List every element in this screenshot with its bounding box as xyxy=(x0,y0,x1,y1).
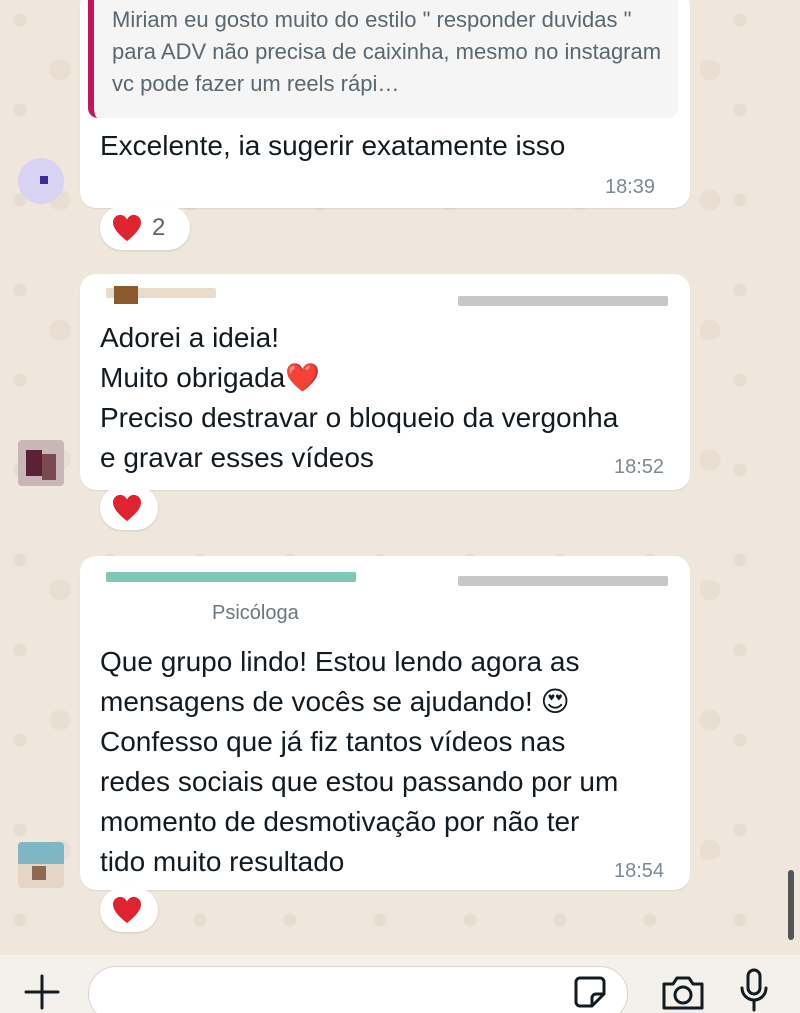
quoted-message-text: Miriam eu gosto muito do estilo " respon… xyxy=(112,7,662,96)
sender-avatar[interactable] xyxy=(18,842,64,888)
message-time: 18:39 xyxy=(605,176,656,198)
message-text: Que grupo lindo! Estou lendo agora as me… xyxy=(100,646,619,877)
microphone-icon[interactable] xyxy=(738,968,770,1012)
sender-avatar[interactable] xyxy=(18,440,64,486)
message-time: 18:54 xyxy=(614,860,665,882)
red-heart-icon xyxy=(113,214,141,242)
message-text: Excelente, ia sugerir exatamente isso xyxy=(100,130,566,161)
reaction-count: 2 xyxy=(152,214,166,241)
message-text: Adorei a ideia! Muito obrigada❤️ Preciso… xyxy=(100,322,619,473)
red-heart-icon xyxy=(113,896,141,924)
sender-name-redacted xyxy=(106,572,356,582)
sticker-icon[interactable] xyxy=(572,974,608,1010)
sender-phone-redacted xyxy=(458,576,668,586)
sender-phone-redacted xyxy=(458,296,668,306)
reaction-pill[interactable]: 2 xyxy=(100,206,190,250)
plus-icon[interactable] xyxy=(22,972,62,1012)
sender-role: Psicóloga xyxy=(212,602,299,624)
sender-avatar[interactable] xyxy=(18,158,64,204)
reaction-pill[interactable] xyxy=(100,486,158,530)
message-bubble[interactable]: Adorei a ideia! Muito obrigada❤️ Preciso… xyxy=(80,274,690,490)
message-time: 18:52 xyxy=(614,456,665,478)
scrollbar[interactable] xyxy=(788,870,794,940)
message-bubble[interactable]: Psicóloga Que grupo lindo! Estou lendo a… xyxy=(80,556,690,890)
red-heart-icon xyxy=(113,494,141,522)
reaction-pill[interactable] xyxy=(100,888,158,932)
quoted-message[interactable]: Miriam eu gosto muito do estilo " respon… xyxy=(88,0,678,118)
message-bubble[interactable]: Miriam eu gosto muito do estilo " respon… xyxy=(80,0,690,208)
message-input[interactable] xyxy=(88,966,628,1013)
camera-icon[interactable] xyxy=(660,974,706,1010)
